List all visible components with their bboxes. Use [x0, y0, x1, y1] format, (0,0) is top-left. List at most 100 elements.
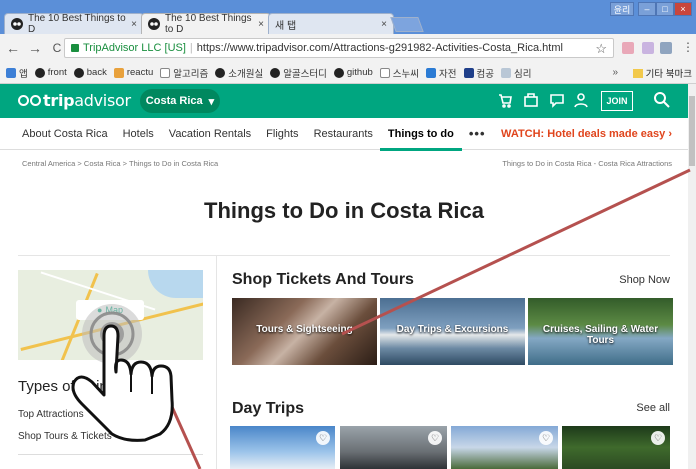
day-trips-heading: Day Trips [232, 400, 305, 417]
chevron-down-icon: ▾ [208, 95, 215, 108]
nav-restaurants[interactable]: Restaurants [314, 118, 373, 150]
profile-button[interactable]: 윤리 [610, 2, 634, 16]
owl-eyes-icon [18, 95, 41, 106]
bookmark-intro[interactable]: 소개원실 [215, 66, 263, 80]
tab-strip: The 10 Best Things to D × The 10 Best Th… [0, 0, 696, 35]
divider [18, 454, 203, 455]
separator: | [189, 42, 193, 54]
bookmark-github[interactable]: github [333, 67, 373, 78]
site-header: tripadvisor Costa Rica ▾ JOIN [0, 84, 688, 118]
browser-tab-2[interactable]: The 10 Best Things to D × [141, 13, 271, 35]
side-link-shop-tours[interactable]: Shop Tours & Tickets [18, 431, 112, 442]
bookmark-site-icon [500, 67, 511, 78]
close-tab-icon[interactable]: × [381, 19, 387, 30]
lock-icon [71, 44, 79, 52]
shop-now-link[interactable]: Shop Now [619, 274, 670, 286]
apps-grid-icon [6, 67, 16, 78]
bookmark-cse[interactable]: 컴공 [463, 66, 494, 80]
tripadvisor-logo[interactable]: tripadvisor [18, 91, 131, 110]
view-map-button[interactable]: ● Map [76, 300, 144, 320]
bookmark-algo-study[interactable]: 알골스터디 [270, 66, 327, 80]
tripadvisor-favicon-icon [148, 18, 160, 30]
nav-vacation-rentals[interactable]: Vacation Rentals [169, 118, 251, 150]
bookmark-reactu[interactable]: reactu [113, 67, 153, 78]
tile-tours-sightseeing[interactable]: Tours & Sightseeing [232, 298, 377, 365]
web-page: tripadvisor Costa Rica ▾ JOIN About Cost… [0, 84, 688, 469]
bookmark-site-icon [113, 67, 124, 78]
tab-title: 새 탭 [275, 20, 297, 32]
forward-button[interactable]: → [26, 40, 44, 56]
inbox-icon[interactable] [549, 92, 565, 112]
close-window-button[interactable]: × [674, 2, 692, 16]
wrench-icon[interactable] [660, 42, 672, 54]
nav-things-to-do[interactable]: Things to do [379, 118, 462, 151]
scrollbar-thumb[interactable] [689, 96, 695, 166]
secure-label: TripAdvisor LLC [US] [83, 42, 186, 54]
tile-day-trips[interactable]: Day Trips & Excursions [380, 298, 525, 365]
browser-tab-3[interactable]: 새 탭 × [268, 13, 394, 34]
nav-hotels[interactable]: Hotels [123, 118, 154, 150]
bookmarks-bar: 앱 front back reactu 알고리즘 소개원실 알골스터디 gith… [0, 62, 696, 84]
close-tab-icon[interactable]: × [258, 19, 264, 30]
day-trip-card[interactable]: ♡ [451, 426, 558, 469]
github-icon [34, 67, 45, 78]
address-bar[interactable]: TripAdvisor LLC [US] | https://www.tripa… [64, 38, 614, 58]
see-all-link[interactable]: See all [636, 402, 670, 414]
trips-cart-icon[interactable] [497, 92, 513, 112]
geo-selector-button[interactable]: Costa Rica ▾ [140, 89, 220, 113]
bookmark-apps[interactable]: 앱 [6, 66, 28, 80]
nav-flights[interactable]: Flights [266, 118, 298, 150]
bookmark-site-icon [426, 67, 437, 78]
extension-icon[interactable] [622, 42, 634, 54]
maximize-button[interactable]: □ [656, 2, 674, 16]
heart-icon[interactable]: ♡ [428, 431, 442, 445]
bookmark-front[interactable]: front [34, 67, 67, 78]
heart-icon[interactable]: ♡ [316, 431, 330, 445]
bookmark-algorithm[interactable]: 알고리즘 [160, 66, 208, 80]
search-icon[interactable] [653, 91, 671, 113]
breadcrumb[interactable]: Central America > Costa Rica > Things to… [22, 159, 218, 168]
other-bookmarks-folder[interactable]: 기타 북마크 [632, 66, 692, 80]
github-icon [73, 67, 84, 78]
menu-kebab-icon[interactable]: ⋮ [682, 40, 694, 54]
close-tab-icon[interactable]: × [131, 19, 137, 30]
tile-label: Tours & Sightseeing [256, 324, 353, 335]
heart-icon[interactable]: ♡ [651, 431, 665, 445]
tile-label: Cruises, Sailing & Water Tours [542, 324, 659, 346]
github-icon [215, 67, 226, 78]
day-trip-card[interactable]: ♡ [230, 426, 335, 469]
tile-cruises[interactable]: Cruises, Sailing & Water Tours [528, 298, 673, 365]
join-button[interactable]: JOIN [601, 91, 633, 111]
tile-label: Day Trips & Excursions [396, 324, 509, 335]
extension-icon[interactable] [642, 42, 654, 54]
browser-tab-1[interactable]: The 10 Best Things to D × [4, 13, 144, 35]
watch-deals-link[interactable]: WATCH: Hotel deals made easy › [501, 128, 672, 140]
nav-more-button[interactable]: ••• [469, 118, 486, 150]
folder-icon [632, 68, 643, 78]
scrollbar[interactable] [688, 84, 696, 469]
bookings-icon[interactable] [523, 92, 539, 112]
page-subtitle: Things to Do in Costa Rica - Costa Rica … [502, 159, 672, 168]
github-icon [333, 67, 344, 78]
github-icon [270, 67, 281, 78]
bookmarks-overflow-button[interactable]: » [612, 67, 618, 78]
bookmark-psych[interactable]: 심리 [500, 66, 531, 80]
bookmark-star-icon[interactable]: ☆ [595, 41, 607, 57]
bookmark-snu[interactable]: 스누씨 [379, 66, 419, 80]
side-link-top-attractions[interactable]: Top Attractions [18, 409, 84, 420]
day-trip-card[interactable]: ♡ [562, 426, 670, 469]
nav-about[interactable]: About Costa Rica [22, 118, 108, 150]
heart-icon[interactable]: ♡ [539, 431, 553, 445]
day-trip-card[interactable]: ♡ [340, 426, 447, 469]
bookmark-back[interactable]: back [73, 67, 107, 78]
back-button[interactable]: ← [4, 40, 22, 56]
bookmark-bike[interactable]: 자전 [426, 66, 457, 80]
profile-icon[interactable] [573, 92, 589, 112]
page-icon [379, 67, 390, 78]
map-thumbnail[interactable]: ● Map [18, 270, 203, 360]
page-title: Things to Do in Costa Rica [204, 198, 484, 223]
browser-toolbar: ← → C TripAdvisor LLC [US] | https://www… [0, 34, 696, 62]
new-tab-button[interactable] [390, 17, 424, 32]
page-icon [160, 67, 171, 78]
minimize-button[interactable]: – [638, 2, 656, 16]
